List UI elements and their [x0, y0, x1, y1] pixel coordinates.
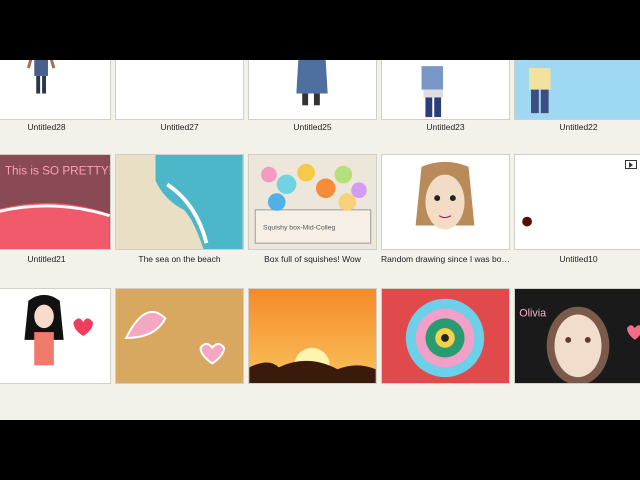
- character-drawing: [26, 60, 56, 94]
- squishy-label: Squishy box-Mid-Colleg: [263, 224, 335, 231]
- artwork-title: Untitled27: [160, 122, 199, 132]
- squishy-drawing: Squishy box-Mid-Colleg: [254, 163, 372, 244]
- artwork-title: Untitled21: [27, 254, 66, 264]
- sunset-drawing: [249, 347, 376, 383]
- artwork-thumbnail[interactable]: [115, 154, 244, 250]
- artwork-title: Random drawing since I was bor...: [381, 254, 510, 264]
- video-icon: [625, 160, 637, 169]
- artwork-thumbnail[interactable]: [0, 288, 111, 384]
- artwork-thumbnail[interactable]: Squishy box-Mid-Colleg: [248, 154, 377, 250]
- artwork-thumbnail[interactable]: Olivia: [514, 288, 640, 384]
- artwork-thumbnail[interactable]: [248, 60, 377, 120]
- hearts-drawing: [124, 310, 226, 365]
- artwork-thumbnail[interactable]: [381, 60, 510, 120]
- artwork-title: The sea on the beach: [138, 254, 221, 264]
- artwork-thumbnail[interactable]: [0, 60, 111, 120]
- artwork-thumbnail[interactable]: [115, 60, 244, 120]
- character-drawing: [421, 66, 444, 118]
- olivia-text: Olivia: [519, 307, 546, 319]
- pretty-drawing: This is SO PRETTY!: [0, 165, 110, 249]
- artwork-thumbnail[interactable]: [381, 288, 510, 384]
- character-drawing: [296, 60, 328, 106]
- artwork-title: Untitled23: [426, 122, 465, 132]
- artwork-title: Untitled22: [559, 122, 598, 132]
- artwork-title: Untitled25: [293, 122, 332, 132]
- artwork-title: Untitled10: [559, 254, 598, 264]
- pretty-text: This is SO PRETTY!: [5, 165, 110, 178]
- olivia-drawing: Olivia: [519, 306, 640, 383]
- artwork-thumbnail[interactable]: [514, 60, 640, 120]
- artwork-thumbnail[interactable]: [248, 288, 377, 384]
- character-drawing: [529, 68, 551, 114]
- girl-drawing: [24, 294, 94, 366]
- gallery-screen: Untitled28 Untitled27 Untitled25 Untitle…: [0, 60, 640, 420]
- artwork-title: Untitled28: [27, 122, 66, 132]
- mandala-drawing: [405, 298, 485, 378]
- sea-drawing: [155, 155, 243, 249]
- artwork-title: Box full of squishes! Wow: [264, 254, 361, 264]
- artwork-thumbnail[interactable]: [381, 154, 510, 250]
- artwork-thumbnail[interactable]: This is SO PRETTY!: [0, 154, 111, 250]
- dot-drawing: [522, 216, 532, 227]
- face-drawing: [415, 161, 475, 230]
- artwork-thumbnail[interactable]: [514, 154, 640, 250]
- artwork-thumbnail[interactable]: [115, 288, 244, 384]
